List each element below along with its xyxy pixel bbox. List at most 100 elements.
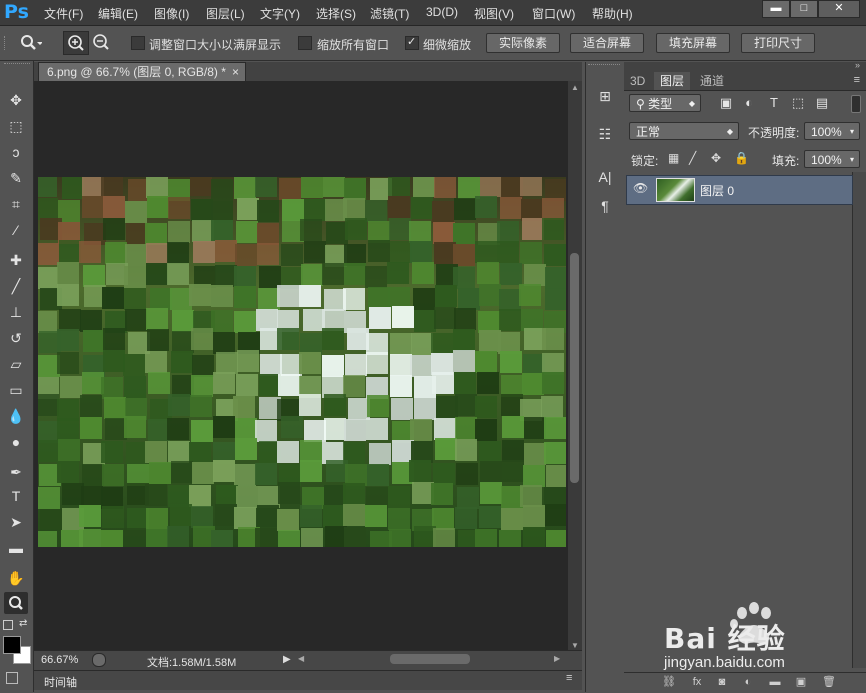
tab-channels[interactable]: 通道 xyxy=(694,72,730,90)
fit-screen-button[interactable]: 适合屏幕 xyxy=(570,33,644,53)
character-panel-icon[interactable]: A| xyxy=(592,166,618,188)
tab-layers[interactable]: 图层 xyxy=(654,72,691,90)
crop-tool-icon[interactable]: ⌗ xyxy=(4,193,28,215)
zoom-tool-preset-icon[interactable] xyxy=(18,33,42,53)
tab-3d[interactable]: 3D xyxy=(624,72,651,90)
marquee-tool-icon[interactable]: ⬚ xyxy=(4,115,28,137)
layers-panel-menu-icon[interactable]: ≡ xyxy=(854,74,860,86)
swap-colors-icon[interactable]: ⇄ xyxy=(19,618,27,629)
scroll-right-arrow-icon[interactable]: ▶ xyxy=(554,654,560,663)
lock-position-icon[interactable]: ✥ xyxy=(711,151,725,165)
layer-thumbnail[interactable] xyxy=(656,178,695,202)
filter-adjustment-icon[interactable]: ◐ xyxy=(740,94,758,112)
quick-selection-tool-icon[interactable]: ✎ xyxy=(4,167,28,189)
layer-visibility-eye-icon[interactable]: 👁 xyxy=(633,181,648,195)
toolbox-grip[interactable] xyxy=(4,63,30,70)
lock-transparent-pixels-icon[interactable]: ▦ xyxy=(668,151,682,165)
navigator-panel-icon[interactable]: ⊞ xyxy=(592,85,618,107)
menu-window[interactable]: 窗口(W) xyxy=(532,5,575,22)
mosaic-tile xyxy=(524,417,546,439)
filter-smart-object-icon[interactable]: ▤ xyxy=(813,94,831,112)
mosaic-tile xyxy=(300,333,322,355)
fill-screen-button[interactable]: 填充屏幕 xyxy=(656,33,730,53)
status-menu-arrow-icon[interactable]: ▶ xyxy=(283,654,291,665)
zoom-tool-icon[interactable] xyxy=(4,592,28,614)
minimize-button[interactable]: ▬ xyxy=(762,0,790,18)
scrubby-zoom-checkbox[interactable] xyxy=(405,35,419,50)
resize-windows-checkbox[interactable] xyxy=(131,36,145,50)
blend-mode-dropdown[interactable]: 正常 ◆ xyxy=(629,122,739,140)
zoom-all-checkbox[interactable] xyxy=(298,36,312,50)
hand-tool-icon[interactable]: ✋ xyxy=(4,567,28,589)
scroll-left-arrow-icon[interactable]: ◀ xyxy=(298,654,304,663)
path-selection-tool-icon[interactable]: ➤ xyxy=(4,511,28,533)
maximize-button[interactable]: □ xyxy=(790,0,818,18)
mosaic-tile xyxy=(343,375,365,397)
timeline-panel-tab[interactable]: 时间轴 ≡ xyxy=(34,670,582,690)
menu-3d[interactable]: 3D(D) xyxy=(426,5,458,19)
zoom-out-button[interactable] xyxy=(89,31,113,53)
filter-type-icon[interactable]: T xyxy=(765,94,783,112)
brush-tool-icon[interactable]: ╱ xyxy=(4,275,28,297)
zoom-in-button[interactable] xyxy=(63,31,89,55)
history-brush-tool-icon[interactable]: ↺ xyxy=(4,327,28,349)
menu-filter[interactable]: 滤镜(T) xyxy=(370,5,409,22)
menu-help[interactable]: 帮助(H) xyxy=(592,5,633,22)
type-tool-icon[interactable]: T xyxy=(4,485,28,507)
image-canvas[interactable] xyxy=(38,177,566,547)
menu-type[interactable]: 文字(Y) xyxy=(260,5,300,22)
menu-file[interactable]: 文件(F) xyxy=(44,5,83,22)
close-button[interactable]: ✕ xyxy=(818,0,860,18)
scroll-up-arrow-icon[interactable]: ▲ xyxy=(571,83,579,92)
quick-mask-icon[interactable] xyxy=(6,672,18,684)
filter-toggle-switch[interactable] xyxy=(851,95,861,113)
layer-filter-kind-dropdown[interactable]: ⚲ 类型 ◆ xyxy=(629,94,701,112)
filter-pixel-icon[interactable]: ▣ xyxy=(717,94,735,112)
menu-layer[interactable]: 图层(L) xyxy=(206,5,245,22)
properties-panel-icon[interactable]: ☷ xyxy=(592,123,618,145)
fill-field[interactable]: 100% ▾ xyxy=(804,150,860,168)
blur-tool-icon[interactable]: 💧 xyxy=(4,405,28,427)
menu-edit[interactable]: 编辑(E) xyxy=(98,5,138,22)
mosaic-tile xyxy=(523,354,545,376)
timeline-menu-icon[interactable]: ≡ xyxy=(566,672,572,684)
menu-select[interactable]: 选择(S) xyxy=(316,5,356,22)
status-info-icon[interactable] xyxy=(92,653,106,667)
default-colors-icon[interactable] xyxy=(3,620,13,630)
document-tab-close-icon[interactable]: × xyxy=(232,63,239,82)
lock-all-icon[interactable]: 🔒 xyxy=(734,151,749,165)
mosaic-tile xyxy=(390,333,412,355)
lasso-tool-icon[interactable]: ↄ xyxy=(4,141,28,163)
opacity-field[interactable]: 100% ▾ xyxy=(804,122,860,140)
paragraph-panel-icon[interactable]: ¶ xyxy=(592,195,618,217)
layer-list-scrollbar[interactable] xyxy=(852,172,866,668)
scroll-down-arrow-icon[interactable]: ▼ xyxy=(571,641,579,650)
clone-stamp-tool-icon[interactable]: ⊥ xyxy=(4,301,28,323)
dodge-tool-icon[interactable]: ● xyxy=(4,431,28,453)
actual-pixels-button[interactable]: 实际像素 xyxy=(486,33,560,53)
horizontal-scroll-thumb[interactable] xyxy=(390,654,470,664)
eraser-tool-icon[interactable]: ▱ xyxy=(4,353,28,375)
healing-brush-tool-icon[interactable]: ✚ xyxy=(4,249,28,271)
document-tab[interactable]: 6.png @ 66.7% (图层 0, RGB/8) * × xyxy=(38,62,246,81)
collapsed-panels-grip[interactable] xyxy=(588,64,620,73)
vertical-scroll-thumb[interactable] xyxy=(570,253,579,483)
layer-name[interactable]: 图层 0 xyxy=(700,182,734,199)
options-grip[interactable] xyxy=(4,36,9,50)
menu-image[interactable]: 图像(I) xyxy=(154,5,189,22)
zoom-level[interactable]: 66.67% xyxy=(41,654,78,666)
menu-view[interactable]: 视图(V) xyxy=(474,5,514,22)
print-size-button[interactable]: 打印尺寸 xyxy=(741,33,815,53)
mosaic-tile xyxy=(388,486,410,508)
collapse-panel-icon[interactable]: » xyxy=(855,60,860,70)
foreground-color-swatch[interactable] xyxy=(3,636,21,654)
filter-shape-icon[interactable]: ⬚ xyxy=(789,94,807,112)
gradient-tool-icon[interactable]: ▭ xyxy=(4,379,28,401)
pen-tool-icon[interactable]: ✒ xyxy=(4,461,28,483)
lock-image-pixels-icon[interactable]: ╱ xyxy=(689,151,703,165)
mosaic-tile xyxy=(147,329,169,351)
shape-tool-icon[interactable]: ▬ xyxy=(4,537,28,559)
eyedropper-tool-icon[interactable]: ⁄ xyxy=(4,219,28,241)
mosaic-tile xyxy=(258,486,280,508)
move-tool-icon[interactable]: ✥ xyxy=(4,89,28,111)
